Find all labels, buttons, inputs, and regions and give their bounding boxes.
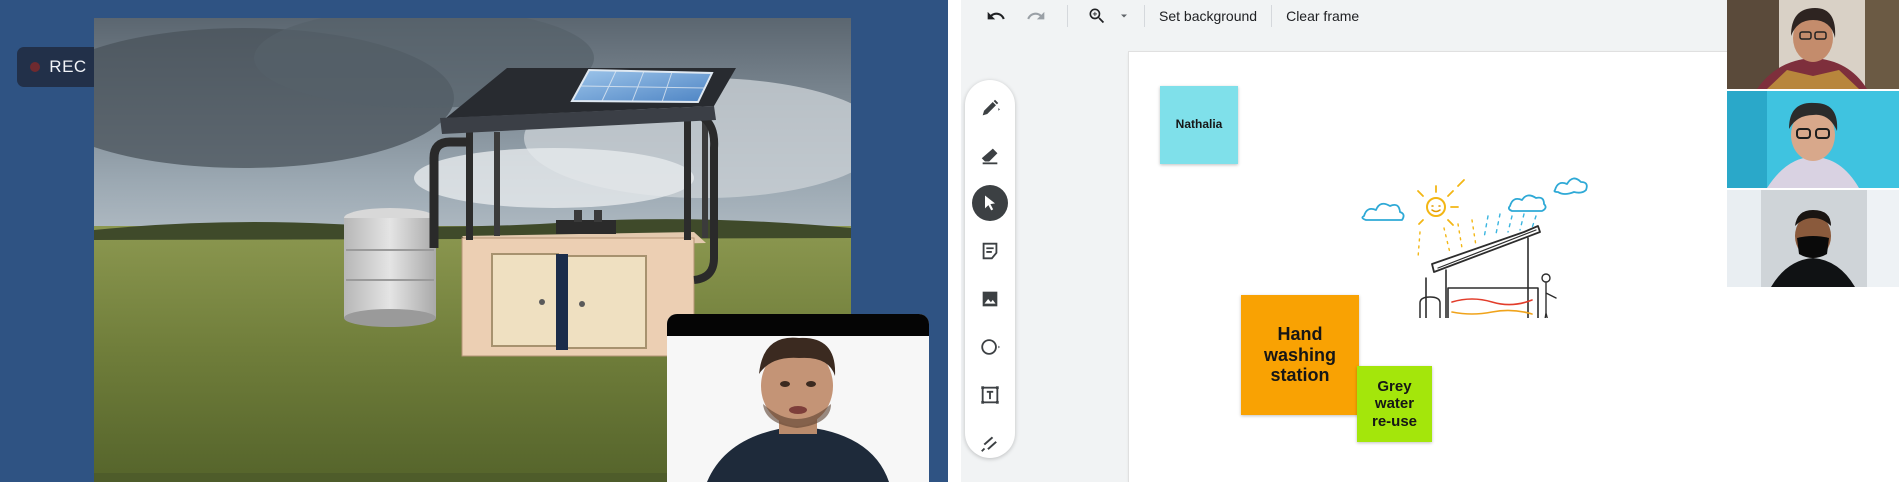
recording-dot-icon [30, 62, 41, 72]
sticky-note-text: Nathalia [1175, 117, 1223, 132]
zoom-button[interactable] [1082, 0, 1112, 32]
sticky-note-icon [982, 242, 998, 260]
whiteboard-area: Set background Clear frame Nathalia Hand… [961, 0, 1727, 482]
zoom-dropdown-button[interactable] [1116, 0, 1132, 32]
whiteboard-tools-toolbar [965, 80, 1015, 458]
sticky-note-line: washing [1263, 344, 1336, 365]
clear-frame-button[interactable]: Clear frame [1272, 0, 1373, 32]
participant-video-frame [1727, 0, 1899, 89]
cursor-icon [985, 195, 995, 211]
participant-tile[interactable] [1727, 0, 1899, 89]
laser-tool-button[interactable] [972, 425, 1008, 461]
eraser-icon [981, 148, 998, 165]
participant-tiles [1727, 0, 1899, 482]
presenter-video-tile [667, 314, 929, 482]
sticky-note-line: re-use [1371, 412, 1418, 430]
pen-tool-button[interactable] [972, 90, 1008, 126]
presenter-video-frame [667, 314, 929, 482]
caret-down-icon [1116, 1, 1132, 31]
sticky-note-grey-water-reuse[interactable]: Grey water re-use [1357, 366, 1432, 442]
presentation-panel: REC [0, 0, 948, 482]
undo-button[interactable] [981, 0, 1011, 32]
participant-video-frame [1727, 91, 1899, 188]
redo-button[interactable] [1021, 0, 1051, 32]
sticky-note-line: Grey [1377, 378, 1412, 396]
whiteboard-canvas[interactable]: Nathalia Hand washing station Grey water… [1129, 52, 1727, 482]
text-box-tool-button[interactable] [972, 377, 1008, 413]
set-background-button[interactable]: Set background [1145, 0, 1271, 32]
participant-tile[interactable] [1727, 91, 1899, 188]
toolbar-divider [1067, 5, 1068, 27]
sticky-note-line: Hand [1277, 323, 1323, 344]
image-tool-button[interactable] [972, 281, 1008, 317]
clear-frame-label: Clear frame [1286, 8, 1360, 24]
laser-pointer-icon [981, 436, 997, 452]
whiteboard-top-toolbar: Set background Clear frame [961, 0, 1727, 32]
circle-shape-icon [981, 339, 1001, 355]
zoom-in-icon [1082, 1, 1112, 31]
participant-tile[interactable] [1727, 190, 1899, 287]
recording-label: REC [49, 57, 87, 76]
participant-video-frame [1727, 190, 1899, 287]
sticky-note-nathalia[interactable]: Nathalia [1160, 86, 1238, 164]
sticky-note-tool-button[interactable] [972, 233, 1008, 269]
text-box-icon [981, 386, 999, 404]
redo-icon [1021, 1, 1051, 31]
image-icon [982, 291, 998, 307]
set-background-label: Set background [1159, 8, 1258, 24]
sticky-note-hand-washing-station[interactable]: Hand washing station [1241, 295, 1359, 415]
hand-washing-station-sketch[interactable] [1360, 128, 1717, 318]
pen-icon [982, 99, 1001, 116]
undo-icon [981, 1, 1011, 31]
sticky-note-line: station [1270, 365, 1330, 386]
sticky-note-text: Hand washing station [1264, 324, 1336, 386]
select-tool-button[interactable] [972, 185, 1008, 221]
recording-indicator: REC [17, 47, 100, 87]
sticky-note-text: Grey water re-use [1372, 378, 1417, 430]
eraser-tool-button[interactable] [972, 138, 1008, 174]
shape-tool-button[interactable] [972, 329, 1008, 365]
sticky-note-line: water [1374, 395, 1415, 413]
